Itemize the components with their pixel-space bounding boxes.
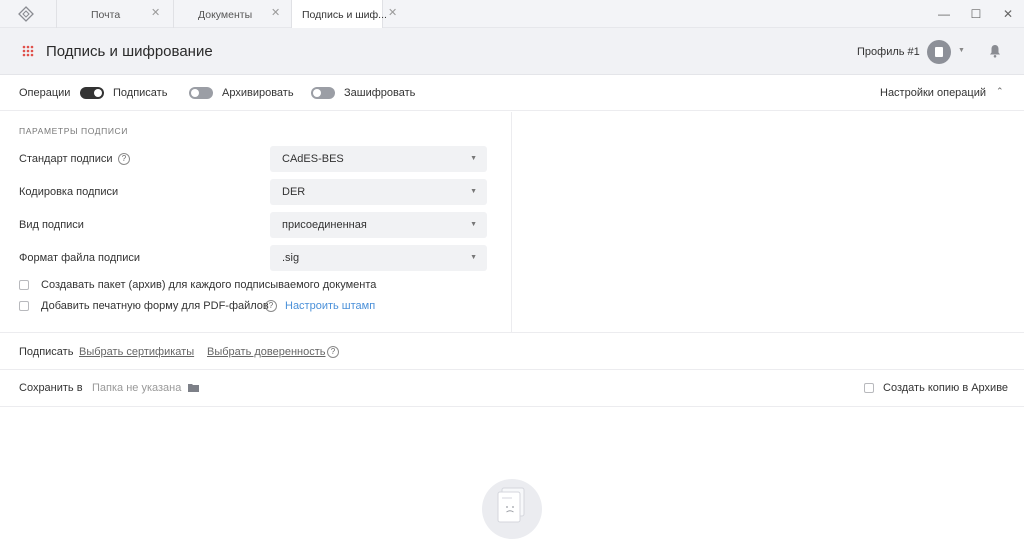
save-to-label: Сохранить в [19,382,83,394]
field-label-type: Вид подписи [19,219,84,231]
help-icon[interactable]: ? [265,300,277,312]
toggle-sign-label[interactable]: Подписать [113,87,167,99]
page-title: Подпись и шифрование [46,43,213,60]
toggle-encrypt[interactable] [311,87,335,99]
empty-state [482,479,542,539]
checkbox-create-package-label[interactable]: Создавать пакет (архив) для каждого подп… [41,279,376,291]
field-label-format: Формат файла подписи [19,252,141,264]
checkbox-archive-copy[interactable] [864,383,874,393]
vertical-divider [511,112,512,332]
operations-bar: Операции Подписать Архивировать Зашифров… [0,75,1024,111]
help-icon[interactable]: ? [327,346,339,358]
profile-label[interactable]: Профиль #1 [857,46,920,58]
select-value: DER [282,186,306,198]
tab-mail-label: Почта [91,9,121,21]
chevron-down-icon: ▼ [470,254,477,261]
select-signature-type[interactable]: присоединенная ▼ [270,212,487,238]
bell-icon[interactable] [989,44,1001,58]
help-icon[interactable]: ? [118,153,130,165]
grid-menu-icon[interactable] [22,45,34,57]
select-value: .sig [282,252,300,264]
sign-label: Подписать [19,346,74,358]
close-icon[interactable]: ✕ [271,8,280,19]
tab-sign-encrypt[interactable]: Подпись и шиф... ✕ [291,0,397,29]
avatar[interactable] [927,40,951,64]
window-close-button[interactable]: ✕ [1001,7,1015,21]
title-bar: Почта ✕ Документы ✕ Подпись и шиф... ✕ —… [0,0,1024,29]
tab-mail[interactable]: Почта ✕ [56,0,173,28]
chevron-up-icon[interactable]: ⌃ [996,86,1004,97]
chevron-down-icon[interactable]: ▼ [958,47,965,54]
profile-document-icon [935,47,943,57]
maximize-button[interactable]: ☐ [969,7,983,21]
field-label-encoding: Кодировка подписи [19,186,119,198]
select-signature-encoding[interactable]: DER ▼ [270,179,487,205]
toggle-encrypt-label[interactable]: Зашифровать [344,87,415,99]
select-value: CAdES-BES [282,153,344,165]
operations-settings-button[interactable]: Настройки операций [880,87,986,99]
chevron-down-icon: ▼ [470,188,477,195]
operations-label: Операции [19,87,71,99]
toggle-archive-label[interactable]: Архивировать [222,87,294,99]
minimize-button[interactable]: — [937,7,951,21]
folder-placeholder[interactable]: Папка не указана [92,382,181,394]
select-signature-format[interactable]: .sig ▼ [270,245,487,271]
field-label-standard: Стандарт подписи [19,153,113,165]
folder-icon[interactable] [188,383,199,392]
tab-documents[interactable]: Документы ✕ [173,0,291,28]
close-icon[interactable]: ✕ [388,8,397,19]
toggle-sign[interactable] [80,87,104,99]
chevron-down-icon: ▼ [470,221,477,228]
app-logo-icon [18,6,34,22]
close-icon[interactable]: ✕ [151,8,160,19]
choose-proxy-link[interactable]: Выбрать доверенность [207,346,326,358]
tab-sign-encrypt-label: Подпись и шиф... [302,9,387,21]
chevron-down-icon: ▼ [470,155,477,162]
choose-certificates-link[interactable]: Выбрать сертификаты [79,346,194,358]
tab-documents-label: Документы [198,9,253,21]
divider [0,332,1024,333]
toggle-archive[interactable] [189,87,213,99]
select-value: присоединенная [282,219,367,231]
divider [0,406,1024,407]
select-signature-standard[interactable]: CAdES-BES ▼ [270,146,487,172]
checkbox-archive-copy-label[interactable]: Создать копию в Архиве [883,382,1008,394]
checkbox-create-package[interactable] [19,280,29,290]
divider [0,369,1024,370]
configure-stamp-link[interactable]: Настроить штамп [285,300,375,312]
checkbox-pdf-print-form[interactable] [19,301,29,311]
section-title: ПАРАМЕТРЫ ПОДПИСИ [19,126,129,136]
checkbox-pdf-print-form-label[interactable]: Добавить печатную форму для PDF-файлов [41,300,269,312]
page-header: Подпись и шифрование Профиль #1 ▼ [0,28,1024,75]
empty-document-icon [497,487,525,523]
